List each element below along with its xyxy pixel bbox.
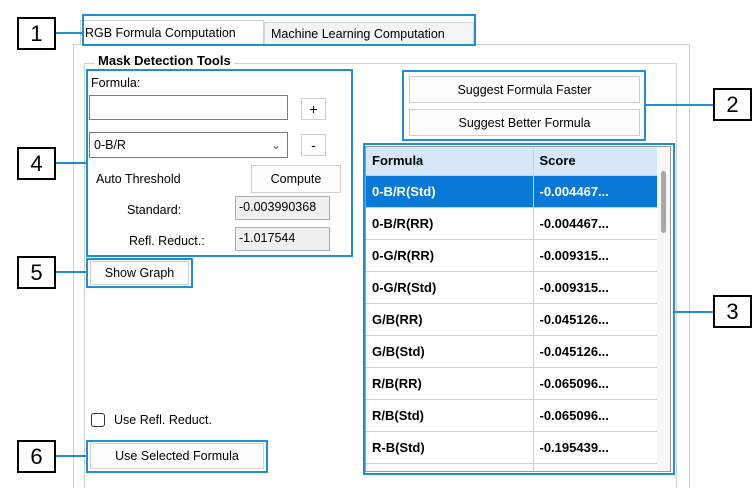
leader-line-5: [56, 271, 87, 273]
callout-box-tabs: [82, 14, 476, 46]
callout-number-6: 6: [17, 440, 56, 473]
callout-number-5: 5: [17, 256, 56, 289]
callout-number-1: 1: [17, 17, 56, 50]
leader-line-4: [56, 162, 87, 164]
group-title: Mask Detection Tools: [95, 53, 234, 68]
leader-line-3: [675, 311, 713, 313]
callout-box-use-selected: [86, 440, 268, 473]
callout-number-3: 3: [713, 295, 752, 328]
use-refl-reduct-label: Use Refl. Reduct.: [114, 413, 212, 427]
callout-box-formula: [86, 69, 353, 257]
leader-line-6: [56, 455, 87, 457]
use-refl-reduct-checkbox[interactable]: [91, 413, 105, 427]
callout-number-4: 4: [17, 147, 56, 180]
leader-line-2: [646, 104, 713, 106]
callout-box-table: [363, 143, 675, 475]
callout-box-show-graph: [86, 258, 193, 288]
leader-line-1: [56, 32, 83, 34]
callout-box-suggest: [402, 70, 646, 141]
callout-number-2: 2: [713, 88, 752, 121]
